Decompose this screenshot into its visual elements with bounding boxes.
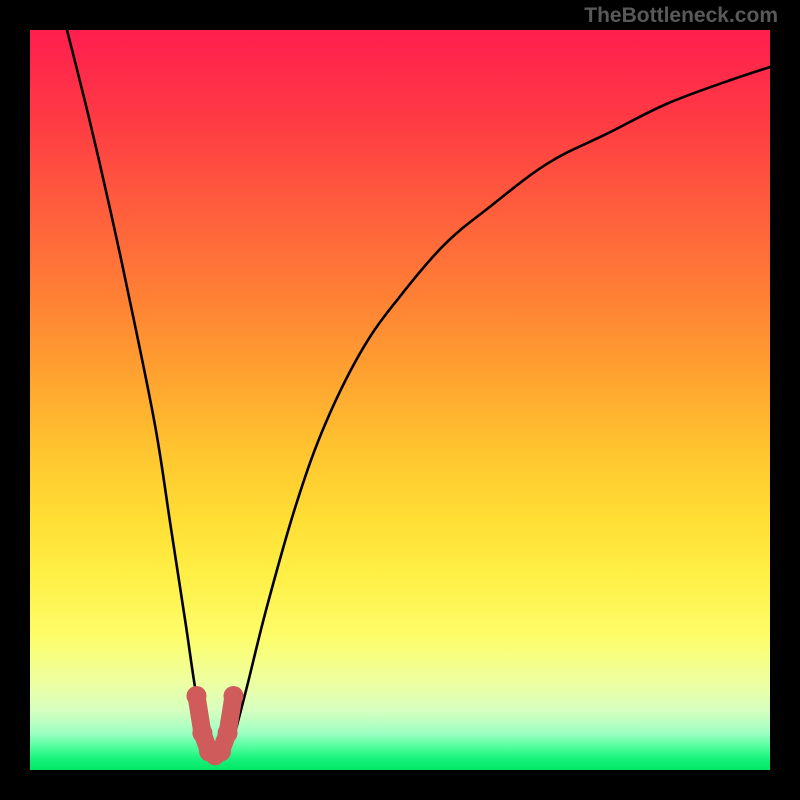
curve-layer	[30, 30, 770, 770]
optimum-marker	[187, 686, 207, 706]
plot-area	[30, 30, 770, 770]
optimum-region	[187, 686, 244, 765]
watermark-text: TheBottleneck.com	[584, 4, 778, 28]
chart-frame: TheBottleneck.com	[0, 0, 800, 800]
optimum-marker	[211, 742, 231, 762]
optimum-marker	[218, 723, 238, 743]
bottleneck-curve	[67, 30, 770, 756]
optimum-marker	[192, 723, 212, 743]
optimum-marker	[224, 686, 244, 706]
